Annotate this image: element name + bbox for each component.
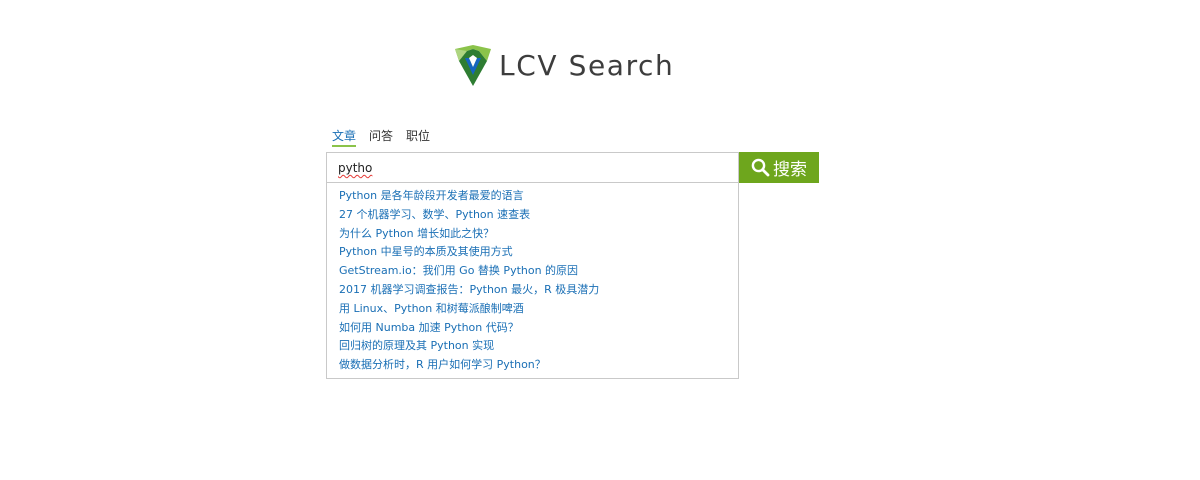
logo-text: LCV Search bbox=[499, 49, 675, 82]
suggestion-item[interactable]: GetStream.io：我们用 Go 替换 Python 的原因 bbox=[327, 262, 738, 281]
tab-jobs[interactable]: 职位 bbox=[406, 128, 430, 147]
suggestion-item[interactable]: 为什么 Python 增长如此之快？ bbox=[327, 225, 738, 244]
logo: LCV Search bbox=[453, 45, 674, 87]
search-button[interactable]: 搜索 bbox=[739, 152, 819, 183]
suggestion-item[interactable]: Python 中星号的本质及其使用方式 bbox=[327, 243, 738, 262]
search-icon bbox=[751, 158, 770, 177]
search-input[interactable] bbox=[326, 152, 739, 183]
suggestion-item[interactable]: 27 个机器学习、数学、Python 速查表 bbox=[327, 206, 738, 225]
search-button-label: 搜索 bbox=[773, 160, 807, 180]
lcv-shield-logo-icon bbox=[455, 45, 491, 86]
suggestion-item[interactable]: 回归树的原理及其 Python 实现 bbox=[327, 337, 738, 356]
tab-articles[interactable]: 文章 bbox=[332, 128, 357, 147]
suggestion-item[interactable]: 用 Linux、Python 和树莓派酿制啤酒 bbox=[327, 300, 738, 319]
search-category-tabs: 文章 问答 职位 bbox=[332, 128, 430, 147]
tab-qa[interactable]: 问答 bbox=[369, 128, 393, 147]
suggestion-item[interactable]: 如何用 Numba 加速 Python 代码？ bbox=[327, 319, 738, 338]
search-page: LCV Search 文章 问答 职位 pytho 搜索 Python 是各年龄… bbox=[0, 0, 1200, 480]
suggestion-item[interactable]: 做数据分析时，R 用户如何学习 Python？ bbox=[327, 356, 738, 375]
autocomplete-suggestions: Python 是各年龄段开发者最爱的语言 27 个机器学习、数学、Python … bbox=[326, 183, 739, 379]
suggestion-item[interactable]: 2017 机器学习调查报告：Python 最火，R 极具潜力 bbox=[327, 281, 738, 300]
suggestion-item[interactable]: Python 是各年龄段开发者最爱的语言 bbox=[327, 187, 738, 206]
